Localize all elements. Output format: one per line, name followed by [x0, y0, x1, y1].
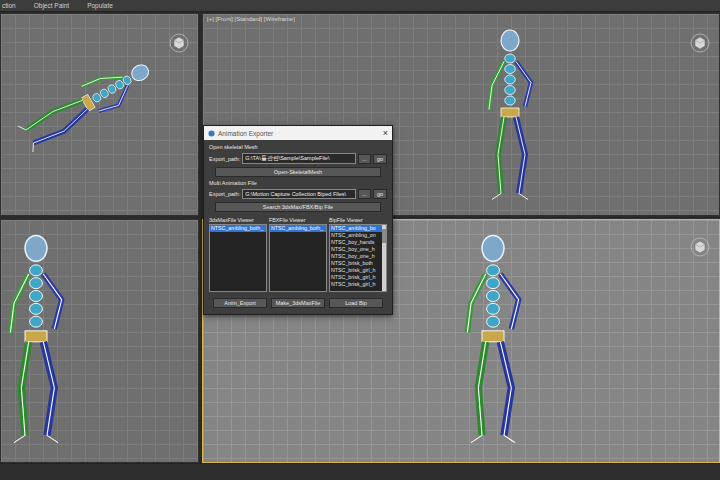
file-lists: 3dsMaxFile ViewerNTSC_ambling_both_FBXFi…	[209, 217, 387, 292]
biped-figure	[0, 230, 91, 450]
list-item[interactable]: NTSC_ambling_both_	[210, 225, 266, 232]
view-cube-icon[interactable]	[168, 32, 190, 54]
list-items: NTSC_ambling_both_	[270, 225, 326, 291]
dialog-body: Open skeletal MeshExport_path:G:\TA\툴관련\…	[204, 140, 392, 314]
browse-button[interactable]: ...	[358, 154, 371, 164]
list-header: BipFile Viewer	[329, 217, 387, 223]
status-bar	[0, 463, 720, 480]
section-heading: Multi Animation File	[209, 180, 387, 186]
title-bar: Animation Exporter×	[204, 126, 392, 140]
biped-figure	[0, 28, 173, 181]
button-row: Anim_Export Make_3dsMaxFile Load Bip	[209, 298, 387, 308]
list-item[interactable]: NTSC_ambling_both_	[270, 225, 326, 232]
app-icon	[208, 130, 215, 137]
action-button[interactable]: Search 3dsMax/FBX/Bip File	[215, 202, 381, 212]
list-items: NTSC_ambling_boNTSC_ambling_onNTSC_boy_h…	[330, 225, 382, 291]
scroll-thumb[interactable]	[382, 229, 386, 243]
biped-figure	[438, 230, 548, 450]
close-button[interactable]: ×	[383, 129, 388, 138]
path-row: Export_path:G:\Motion Capture Collection…	[209, 189, 387, 199]
list-item[interactable]: NTSC_brisk_girl_h	[330, 274, 382, 281]
list-item[interactable]: NTSC_ambling_on	[330, 232, 382, 239]
viewport[interactable]	[0, 13, 199, 216]
list-item[interactable]: NTSC_boy_one_h	[330, 253, 382, 260]
list-item[interactable]: NTSC_boy_hands	[330, 239, 382, 246]
dialog-button[interactable]: Make_3dsMaxFile	[271, 298, 325, 308]
go-button[interactable]: go	[373, 189, 387, 199]
file-list-column: BipFile Viewer NTSC_ambling_boNTSC_amblin…	[329, 217, 387, 292]
list-item[interactable]: NTSC_brisk_both	[330, 260, 382, 267]
path-input[interactable]: G:\TA\툴관련\Sample\SampleFile\	[242, 153, 356, 164]
menu-bar: ction Object Paint Populate	[0, 0, 720, 12]
view-cube-icon[interactable]	[689, 32, 711, 54]
file-list[interactable]: NTSC_ambling_boNTSC_ambling_onNTSC_boy_h…	[329, 224, 387, 292]
list-header: FBXFile Viewer	[269, 217, 327, 223]
menu-item[interactable]: ction	[2, 2, 16, 9]
browse-button[interactable]: ...	[358, 189, 371, 199]
go-button[interactable]: go	[373, 154, 387, 164]
dialog-button[interactable]: Load Bip	[329, 298, 383, 308]
action-button[interactable]: Open-SkeletalMesh	[215, 167, 381, 177]
view-cube-icon[interactable]	[689, 236, 711, 258]
section-heading: Open skeletal Mesh	[209, 144, 387, 150]
menu-item[interactable]: Populate	[87, 2, 113, 9]
menu-item[interactable]: Object Paint	[34, 2, 69, 9]
biped-figure	[465, 18, 555, 213]
file-list[interactable]: NTSC_ambling_both_	[269, 224, 327, 292]
dialog-title: Animation Exporter	[218, 130, 380, 137]
list-header: 3dsMaxFile Viewer	[209, 217, 267, 223]
file-list-column: 3dsMaxFile Viewer NTSC_ambling_both_	[209, 217, 267, 292]
path-input[interactable]: G:\Motion Capture Collection Biped Files…	[242, 189, 356, 199]
list-item[interactable]: NTSC_ambling_bo	[330, 225, 382, 232]
path-row: Export_path:G:\TA\툴관련\Sample\SampleFile\…	[209, 153, 387, 164]
file-list-column: FBXFile Viewer NTSC_ambling_both_	[269, 217, 327, 292]
app-window: ction Object Paint Populate [+] [Front] [St…	[0, 0, 720, 480]
list-item[interactable]: NTSC_brisk_girl_h	[330, 281, 382, 288]
list-item[interactable]: NTSC_brisk_girl_h	[330, 267, 382, 274]
path-label: Export_path:	[209, 191, 240, 197]
file-list[interactable]: NTSC_ambling_both_	[209, 224, 267, 292]
viewport-label[interactable]: [+] [Front] [Standard] [Wireframe]	[207, 16, 295, 22]
scrollbar[interactable]	[382, 225, 386, 291]
dialog-button[interactable]: Anim_Export	[213, 298, 267, 308]
path-label: Export_path:	[209, 156, 240, 162]
viewport[interactable]	[0, 219, 199, 463]
list-items: NTSC_ambling_both_	[210, 225, 266, 291]
list-item[interactable]: NTSC_boy_one_h	[330, 246, 382, 253]
animation-exporter-dialog: Animation Exporter× Open skeletal Mesh Exp…	[203, 125, 393, 315]
